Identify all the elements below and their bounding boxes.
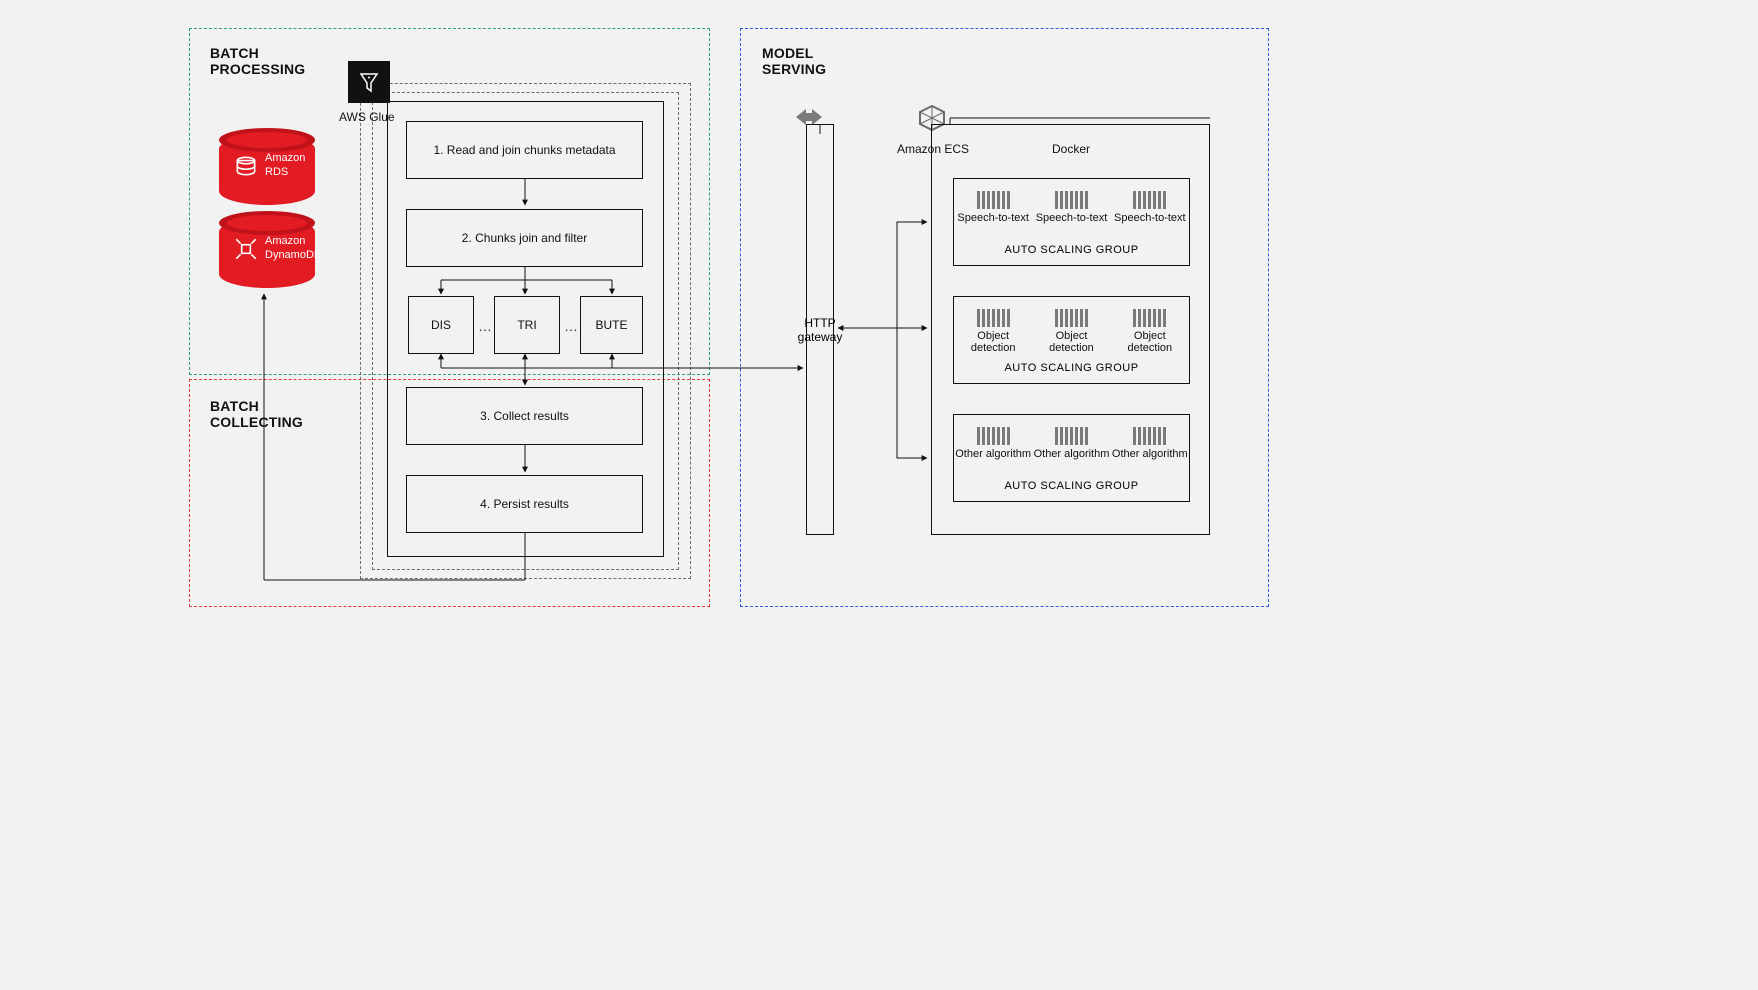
container-icon — [1133, 309, 1166, 327]
http-gateway-box: HTTP gateway — [806, 124, 834, 535]
amazon-dynamodb-line1: Amazon — [265, 235, 305, 247]
asg2-label-1: Object detection — [954, 330, 1032, 354]
title-batch-processing: BATCH PROCESSING — [210, 45, 305, 77]
asg3-title: AUTO SCALING GROUP — [954, 480, 1189, 492]
container-icon — [1055, 427, 1088, 445]
amazon-dynamodb-icon: Amazon DynamoDB — [219, 218, 315, 288]
amazon-rds-line2: RDS — [265, 166, 288, 178]
asg-speech: Speech-to-text Speech-to-text Speech-to-… — [953, 178, 1190, 266]
amazon-rds-icon: Amazon RDS — [219, 135, 315, 205]
asg2-title: AUTO SCALING GROUP — [954, 362, 1189, 374]
step-bute: BUTE — [580, 296, 643, 354]
step-1: 1. Read and join chunks metadata — [406, 121, 643, 179]
step-tri: TRI — [494, 296, 560, 354]
dots-1: … — [477, 318, 493, 334]
title-model-serving: MODEL SERVING — [762, 45, 826, 77]
container-icon — [1133, 191, 1166, 209]
http-gateway-label: HTTP gateway — [798, 316, 843, 344]
container-icon — [1055, 309, 1088, 327]
amazon-rds-line1: Amazon — [265, 152, 305, 164]
asg3-label-2: Other algorithm — [1034, 448, 1110, 460]
step-2: 2. Chunks join and filter — [406, 209, 643, 267]
container-icon — [977, 309, 1010, 327]
container-icon — [977, 427, 1010, 445]
asg3-label-1: Other algorithm — [955, 448, 1031, 460]
asg3-label-3: Other algorithm — [1112, 448, 1188, 460]
dots-2: … — [563, 318, 579, 334]
title-batch-collecting: BATCH COLLECTING — [210, 398, 303, 430]
step-3: 3. Collect results — [406, 387, 643, 445]
step-4: 4. Persist results — [406, 475, 643, 533]
step-dis: DIS — [408, 296, 474, 354]
asg1-label-2: Speech-to-text — [1036, 212, 1108, 224]
docker-title: Docker — [1052, 142, 1090, 156]
asg-other: Other algorithm Other algorithm Other al… — [953, 414, 1190, 502]
asg1-label-3: Speech-to-text — [1114, 212, 1186, 224]
asg-object: Object detection Object detection Object… — [953, 296, 1190, 384]
container-icon — [1055, 191, 1088, 209]
asg1-label-1: Speech-to-text — [957, 212, 1029, 224]
aws-glue-icon — [348, 61, 390, 103]
asg2-label-3: Object detection — [1111, 330, 1189, 354]
container-icon — [1133, 427, 1166, 445]
asg2-label-2: Object detection — [1032, 330, 1110, 354]
container-icon — [977, 191, 1010, 209]
amazon-dynamodb-line2: DynamoDB — [265, 249, 321, 261]
asg1-title: AUTO SCALING GROUP — [954, 244, 1189, 256]
